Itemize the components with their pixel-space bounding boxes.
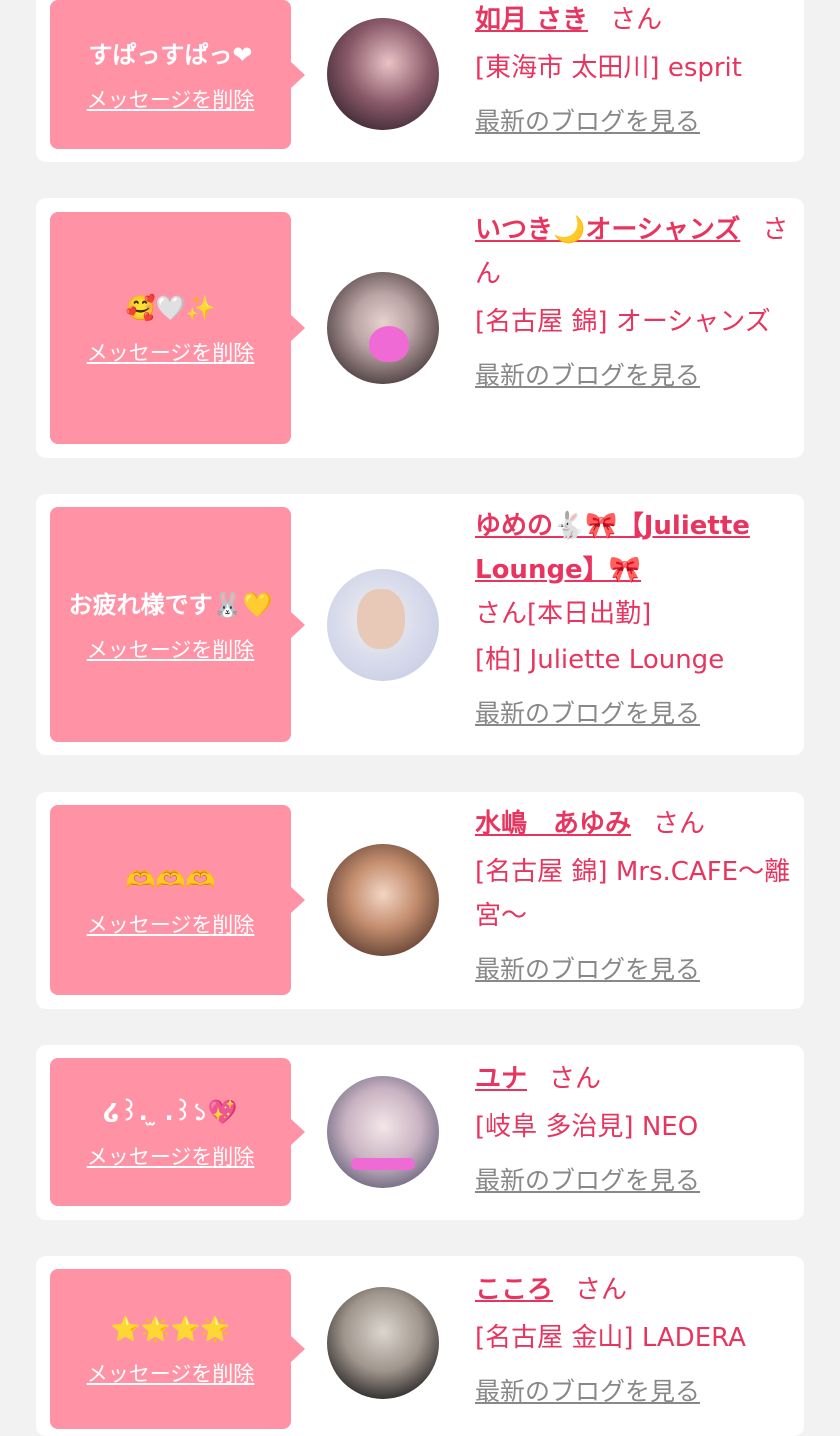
shop-label: [名古屋 錦] オーシャンズ xyxy=(475,307,771,337)
delete-message-link[interactable]: メッセージを削除 xyxy=(87,634,255,664)
girl-name-link[interactable]: いつき🌙オーシャンズ xyxy=(475,215,740,245)
message-bubble: ໒꒱. ̫ .꒱১💖 メッセージを削除 xyxy=(50,1058,305,1206)
heart-sticker-icon xyxy=(369,326,409,362)
latest-blog-link[interactable]: 最新のブログを見る xyxy=(475,1159,700,1203)
girl-name-link[interactable]: 如月 さき xyxy=(475,5,588,35)
girl-name-link[interactable]: ゆめの🐇🎀【Juliette Lounge】🎀 xyxy=(475,511,750,585)
avatar[interactable] xyxy=(327,1076,439,1188)
delete-message-link[interactable]: メッセージを削除 xyxy=(87,1358,255,1388)
shop-label: [柏] Juliette Lounge xyxy=(475,645,725,675)
message-bubble: ⭐🌟⭐🌟 メッセージを削除 xyxy=(50,1269,305,1429)
message-text: 🥰🤍✨ xyxy=(125,294,216,322)
latest-blog-link[interactable]: 最新のブログを見る xyxy=(475,354,700,398)
message-bubble: すぱっすぱっ❤ メッセージを削除 xyxy=(50,0,305,149)
avatar[interactable] xyxy=(327,569,439,681)
delete-message-link[interactable]: メッセージを削除 xyxy=(87,337,255,367)
latest-blog-link[interactable]: 最新のブログを見る xyxy=(475,948,700,992)
message-text: ⭐🌟⭐🌟 xyxy=(110,1315,231,1343)
profile-info: 水嶋 あゆみ さん [名古屋 錦] Mrs.CAFE〜離宮〜 最新のブログを見る xyxy=(475,802,815,992)
profile-info: こころ さん [名古屋 金山] LADERA 最新のブログを見る xyxy=(475,1268,793,1414)
girl-name-link[interactable]: 水嶋 あゆみ xyxy=(475,809,631,839)
message-card: すぱっすぱっ❤ メッセージを削除 如月 さき さん [東海市 太田川] espri… xyxy=(36,0,804,162)
message-bubble: 🫶🫶🫶 メッセージを削除 xyxy=(50,805,305,995)
avatar[interactable] xyxy=(327,1287,439,1399)
message-text: お疲れ様です🐰💛 xyxy=(68,590,273,619)
girl-name-link[interactable]: こころ xyxy=(475,1275,553,1305)
message-text: ໒꒱. ̫ .꒱১💖 xyxy=(103,1098,238,1126)
delete-message-link[interactable]: メッセージを削除 xyxy=(87,909,255,939)
delete-message-link[interactable]: メッセージを削除 xyxy=(87,1141,255,1171)
latest-blog-link[interactable]: 最新のブログを見る xyxy=(475,692,700,736)
profile-info: いつき🌙オーシャンズ さん [名古屋 錦] オーシャンズ 最新のブログを見る xyxy=(475,208,793,398)
message-card: 🥰🤍✨ メッセージを削除 いつき🌙オーシャンズ さん [名古屋 錦] オーシャンズ… xyxy=(36,198,804,458)
message-bubble: お疲れ様です🐰💛 メッセージを削除 xyxy=(50,507,305,742)
honorific: さん xyxy=(575,1275,628,1305)
shop-label: [東海市 太田川] esprit xyxy=(475,53,742,83)
shop-label: [名古屋 錦] Mrs.CAFE〜離宮〜 xyxy=(475,857,791,931)
avatar[interactable] xyxy=(327,844,439,956)
message-bubble: 🥰🤍✨ メッセージを削除 xyxy=(50,212,305,444)
message-card: 🫶🫶🫶 メッセージを削除 水嶋 あゆみ さん [名古屋 錦] Mrs.CAFE〜離… xyxy=(36,792,804,1009)
portrait-shape xyxy=(357,589,405,649)
honorific: さん xyxy=(475,599,528,629)
profile-info: ユナ さん [岐阜 多治見] NEO 最新のブログを見る xyxy=(475,1057,793,1203)
message-text: 🫶🫶🫶 xyxy=(125,866,216,894)
hearts-sticker-icon xyxy=(351,1158,415,1170)
honorific: さん xyxy=(610,5,663,35)
honorific: さん xyxy=(549,1064,602,1094)
honorific: さん xyxy=(653,809,706,839)
delete-message-link[interactable]: メッセージを削除 xyxy=(87,84,255,114)
avatar[interactable] xyxy=(327,18,439,130)
profile-info: ゆめの🐇🎀【Juliette Lounge】🎀 さん[本日出勤] [柏] Jul… xyxy=(475,504,793,736)
latest-blog-link[interactable]: 最新のブログを見る xyxy=(475,100,700,144)
girl-name-link[interactable]: ユナ xyxy=(475,1064,527,1094)
message-card: ໒꒱. ̫ .꒱১💖 メッセージを削除 ユナ さん [岐阜 多治見] NEO 最新… xyxy=(36,1045,804,1220)
attendance-status: [本日出勤] xyxy=(527,599,652,629)
shop-label: [名古屋 金山] LADERA xyxy=(475,1323,746,1353)
message-card: ⭐🌟⭐🌟 メッセージを削除 こころ さん [名古屋 金山] LADERA 最新のブ… xyxy=(36,1256,804,1436)
message-card: お疲れ様です🐰💛 メッセージを削除 ゆめの🐇🎀【Juliette Lounge】… xyxy=(36,494,804,755)
shop-label: [岐阜 多治見] NEO xyxy=(475,1112,699,1142)
message-text: すぱっすぱっ❤ xyxy=(88,40,253,69)
latest-blog-link[interactable]: 最新のブログを見る xyxy=(475,1370,700,1414)
profile-info: 如月 さき さん [東海市 太田川] esprit 最新のブログを見る xyxy=(475,0,793,144)
avatar[interactable] xyxy=(327,272,439,384)
